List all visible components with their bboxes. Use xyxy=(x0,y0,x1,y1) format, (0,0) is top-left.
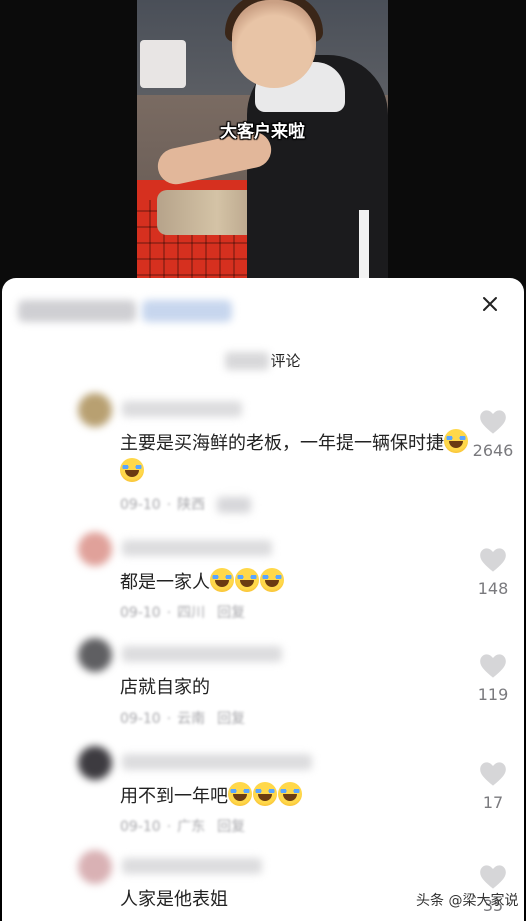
video-frame: 大客户来啦 xyxy=(137,0,388,290)
comment-section-label: 评论 xyxy=(270,352,301,370)
avatar[interactable] xyxy=(78,746,112,780)
laughing-tears-emoji-icon xyxy=(210,568,234,592)
heart-icon xyxy=(480,865,506,889)
close-button[interactable] xyxy=(476,290,504,318)
comment-text: 用不到一年吧 xyxy=(120,782,470,811)
comment-meta: 09-10 · 云南 回复 xyxy=(120,708,245,728)
laughing-tears-emoji-icon xyxy=(253,782,277,806)
avatar[interactable] xyxy=(78,532,112,566)
comment-text: 都是一家人 xyxy=(120,568,470,597)
blurred-title xyxy=(18,300,136,322)
like-count: 2646 xyxy=(472,441,514,460)
comment-item: 都是一家人 09-10 · 四川 回复 148 xyxy=(2,532,524,642)
close-icon xyxy=(483,297,497,311)
laughing-tears-emoji-icon xyxy=(260,568,284,592)
blurred-username[interactable] xyxy=(122,646,282,662)
video-caption: 大客户来啦 xyxy=(220,122,305,142)
reply-button[interactable]: 回复 xyxy=(217,602,245,622)
comment-location: 云南 xyxy=(177,711,206,727)
heart-icon xyxy=(480,654,506,678)
laughing-tears-emoji-icon xyxy=(444,429,468,453)
avatar[interactable] xyxy=(78,393,112,427)
video-player[interactable]: 大客户来啦 xyxy=(0,0,526,300)
blurred-username[interactable] xyxy=(122,401,242,417)
comment-location: 广东 xyxy=(177,819,206,835)
blurred-username[interactable] xyxy=(122,858,262,874)
reply-button[interactable]: 回复 xyxy=(217,816,245,836)
laughing-tears-emoji-icon xyxy=(278,782,302,806)
like-count: 17 xyxy=(482,793,504,812)
heart-icon xyxy=(480,762,506,786)
blurred-subtitle xyxy=(142,300,232,322)
laughing-tears-emoji-icon xyxy=(228,782,252,806)
like-button[interactable]: 17 xyxy=(468,761,518,812)
comment-item: 人家是他表姐 35 xyxy=(2,850,524,921)
comment-date: 09-10 xyxy=(120,605,161,621)
sheet-header xyxy=(2,278,524,348)
blurred-comment-count xyxy=(225,351,270,370)
like-button[interactable]: 148 xyxy=(468,547,518,598)
like-count: 119 xyxy=(477,685,509,704)
bucket-image xyxy=(140,40,186,88)
comment-meta: 09-10 · 广东 回复 xyxy=(120,816,245,836)
avatar[interactable] xyxy=(78,638,112,672)
comment-location: 四川 xyxy=(177,605,206,621)
comment-date: 09-10 xyxy=(120,497,161,513)
heart-icon xyxy=(480,548,506,572)
reply-button[interactable]: 回复 xyxy=(217,708,245,728)
comment-meta: 09-10 · 四川 回复 xyxy=(120,602,245,622)
blurred-username[interactable] xyxy=(122,540,272,556)
comment-count-row: 评论 xyxy=(2,350,524,376)
comment-item: 用不到一年吧 09-10 · 广东 回复 17 xyxy=(2,746,524,856)
comment-item: 主要是买海鲜的老板，一年提一辆保时捷 09-10 · 陕西 2646 xyxy=(2,393,524,513)
laughing-tears-emoji-icon xyxy=(120,458,144,482)
comment-text: 主要是买海鲜的老板，一年提一辆保时捷 xyxy=(120,429,470,487)
like-count: 148 xyxy=(477,579,509,598)
comment-item: 店就自家的 09-10 · 云南 回复 119 xyxy=(2,638,524,748)
avatar[interactable] xyxy=(78,850,112,884)
heart-icon xyxy=(480,410,506,434)
comment-location: 陕西 xyxy=(177,497,206,513)
laughing-tears-emoji-icon xyxy=(235,568,259,592)
comment-meta: 09-10 · 陕西 xyxy=(120,494,252,514)
comment-text: 店就自家的 xyxy=(120,677,210,698)
like-button[interactable]: 2646 xyxy=(468,409,518,460)
watermark: 头条 @梁大家说 xyxy=(416,893,519,909)
like-button[interactable]: 119 xyxy=(468,653,518,704)
blurred-username[interactable] xyxy=(122,754,312,770)
reply-button[interactable] xyxy=(217,497,252,513)
comment-date: 09-10 xyxy=(120,819,161,835)
comment-date: 09-10 xyxy=(120,711,161,727)
comment-sheet: 评论 主要是买海鲜的老板，一年提一辆保时捷 09-10 · 陕西 2646 都是一家… xyxy=(2,278,524,921)
